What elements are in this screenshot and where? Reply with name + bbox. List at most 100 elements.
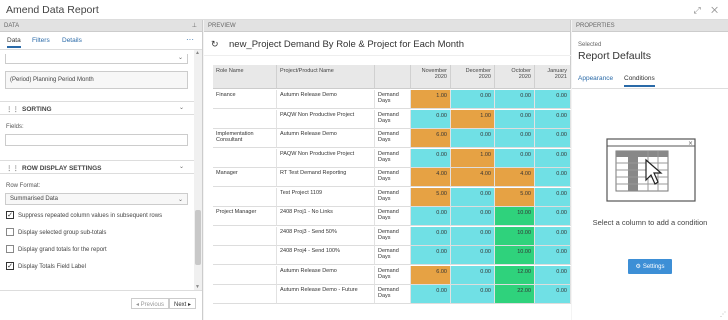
cell-role-name[interactable]: Finance — [213, 90, 277, 109]
cell-value-january-2021[interactable]: 0.00 — [535, 187, 571, 207]
cell-role-name[interactable] — [213, 187, 277, 207]
checkbox-checked[interactable]: ✓ — [6, 211, 14, 219]
cell-project-name[interactable]: 2408 Proj4 - Send 100% — [277, 246, 375, 265]
cell-value-october-2020[interactable]: 0.00 — [495, 129, 535, 148]
cell-measure[interactable]: Demand Days — [375, 246, 411, 265]
cell-project-name[interactable]: Autumn Release Demo — [277, 265, 375, 285]
settings-button[interactable]: ⚙ Settings — [628, 259, 672, 274]
cell-value-october-2020[interactable]: 10.00 — [495, 246, 535, 265]
cell-value-january-2021[interactable]: 0.00 — [535, 109, 571, 129]
cell-value-november-2020[interactable]: 0.00 — [411, 226, 451, 246]
cell-role-name[interactable] — [213, 226, 277, 246]
cell-value-october-2020[interactable]: 0.00 — [495, 148, 535, 168]
cell-value-december-2020[interactable]: 0.00 — [451, 226, 495, 246]
cell-value-october-2020[interactable]: 10.00 — [495, 207, 535, 226]
checkbox-checked[interactable]: ✓ — [6, 262, 14, 270]
cell-value-december-2020[interactable]: 0.00 — [451, 90, 495, 109]
cell-measure[interactable]: Demand Days — [375, 90, 411, 109]
scroll-up-icon[interactable]: ▲ — [195, 50, 200, 56]
cell-measure[interactable]: Demand Days — [375, 109, 411, 129]
cell-value-january-2021[interactable]: 0.00 — [535, 265, 571, 285]
cell-project-name[interactable]: PAQW Non Productive Project — [277, 148, 375, 168]
column-header-measure[interactable] — [375, 65, 411, 89]
cell-value-october-2020[interactable]: 5.00 — [495, 187, 535, 207]
sorting-fields-box[interactable] — [5, 134, 188, 146]
option-suppress-repeated[interactable]: ✓ Suppress repeated column values in subs… — [6, 211, 162, 221]
cell-value-january-2021[interactable]: 0.00 — [535, 148, 571, 168]
cell-measure[interactable]: Demand Days — [375, 207, 411, 226]
cell-value-november-2020[interactable]: 0.00 — [411, 109, 451, 129]
pin-icon[interactable]: ⊥ — [192, 22, 197, 29]
column-header-project-name[interactable]: Project/Product Name — [277, 65, 375, 89]
next-button[interactable]: Next ▸ — [169, 298, 197, 309]
cell-role-name[interactable]: Manager — [213, 168, 277, 187]
cell-value-december-2020[interactable]: 1.00 — [451, 148, 495, 168]
cell-value-october-2020[interactable]: 4.00 — [495, 168, 535, 187]
cell-project-name[interactable]: Autumn Release Demo - Future — [277, 285, 375, 304]
cell-value-january-2021[interactable]: 0.00 — [535, 129, 571, 148]
tab-data[interactable]: Data — [7, 37, 21, 48]
column-header-october-2020[interactable]: October 2020 — [495, 65, 535, 89]
cell-value-november-2020[interactable]: 5.00 — [411, 187, 451, 207]
cell-role-name[interactable] — [213, 265, 277, 285]
cell-value-november-2020[interactable]: 4.00 — [411, 168, 451, 187]
cell-project-name[interactable]: PAQW Non Productive Project — [277, 109, 375, 129]
cell-value-november-2020[interactable]: 0.00 — [411, 148, 451, 168]
more-options-icon[interactable]: ··· — [186, 35, 194, 44]
cell-value-december-2020[interactable]: 4.00 — [451, 168, 495, 187]
cell-role-name[interactable]: Project Manager — [213, 207, 277, 226]
option-group-subtotals[interactable]: Display selected group sub-totals — [6, 228, 106, 238]
cell-value-january-2021[interactable]: 0.00 — [535, 246, 571, 265]
cell-value-december-2020[interactable]: 0.00 — [451, 187, 495, 207]
cell-value-january-2021[interactable]: 0.00 — [535, 207, 571, 226]
cell-role-name[interactable] — [213, 285, 277, 304]
previous-button[interactable]: ◂ Previous — [131, 298, 170, 309]
period-field-item[interactable]: (Period) Planning Period Month — [5, 71, 188, 89]
cell-project-name[interactable]: RT Test Demand Reporting — [277, 168, 375, 187]
cell-value-november-2020[interactable]: 0.00 — [411, 207, 451, 226]
cell-value-january-2021[interactable]: 0.00 — [535, 226, 571, 246]
column-header-december-2020[interactable]: December 2020 — [451, 65, 495, 89]
cell-value-december-2020[interactable]: 0.00 — [451, 207, 495, 226]
cell-value-october-2020[interactable]: 10.00 — [495, 226, 535, 246]
cell-measure[interactable]: Demand Days — [375, 129, 411, 148]
cell-project-name[interactable]: Test Project 1109 — [277, 187, 375, 207]
refresh-icon[interactable]: ↻ — [211, 39, 219, 50]
cell-value-december-2020[interactable]: 0.00 — [451, 246, 495, 265]
cell-project-name[interactable]: 2408 Proj3 - Send 50% — [277, 226, 375, 246]
tab-filters[interactable]: Filters — [32, 37, 50, 44]
cell-value-december-2020[interactable]: 0.00 — [451, 285, 495, 304]
resize-grip-icon[interactable]: ⋰ — [720, 311, 726, 318]
option-grand-totals[interactable]: Display grand totals for the report — [6, 245, 107, 255]
cell-value-october-2020[interactable]: 12.00 — [495, 265, 535, 285]
sorting-section-header[interactable]: ⋮⋮ SORTING ⌄ — [0, 101, 194, 115]
cell-project-name[interactable]: Autumn Release Demo — [277, 90, 375, 109]
scrollbar-thumb[interactable] — [195, 210, 201, 265]
cell-value-january-2021[interactable]: 0.00 — [535, 168, 571, 187]
window-controls[interactable]: ⤢ ✕ — [693, 5, 722, 16]
cell-value-october-2020[interactable]: 0.00 — [495, 90, 535, 109]
cell-value-october-2020[interactable]: 0.00 — [495, 109, 535, 129]
cell-value-december-2020[interactable]: 0.00 — [451, 265, 495, 285]
column-header-november-2020[interactable]: November 2020 — [411, 65, 451, 89]
row-display-section-header[interactable]: ⋮⋮ ROW DISPLAY SETTINGS ⌄ — [0, 160, 194, 174]
cell-value-november-2020[interactable]: 0.00 — [411, 285, 451, 304]
left-scrollbar[interactable]: ▲ ▼ — [194, 50, 202, 290]
column-header-role-name[interactable]: Role Name — [213, 65, 277, 89]
cell-value-january-2021[interactable]: 0.00 — [535, 90, 571, 109]
column-header-january-2021[interactable]: January 2021 — [535, 65, 571, 89]
cell-value-december-2020[interactable]: 1.00 — [451, 109, 495, 129]
row-format-select[interactable]: Summarised Data ⌄ — [5, 193, 188, 205]
cell-role-name[interactable] — [213, 109, 277, 129]
cell-value-october-2020[interactable]: 22.00 — [495, 285, 535, 304]
cell-measure[interactable]: Demand Days — [375, 265, 411, 285]
cell-project-name[interactable]: 2408 Proj1 - No Links — [277, 207, 375, 226]
tab-appearance[interactable]: Appearance — [578, 75, 613, 82]
tab-details[interactable]: Details — [62, 37, 82, 44]
cell-role-name[interactable] — [213, 246, 277, 265]
cell-role-name[interactable] — [213, 148, 277, 168]
cell-role-name[interactable]: Implementation Consultant — [213, 129, 277, 148]
cell-value-december-2020[interactable]: 0.00 — [451, 129, 495, 148]
cell-measure[interactable]: Demand Days — [375, 285, 411, 304]
option-totals-field-label[interactable]: ✓ Display Totals Field Label — [6, 262, 86, 272]
